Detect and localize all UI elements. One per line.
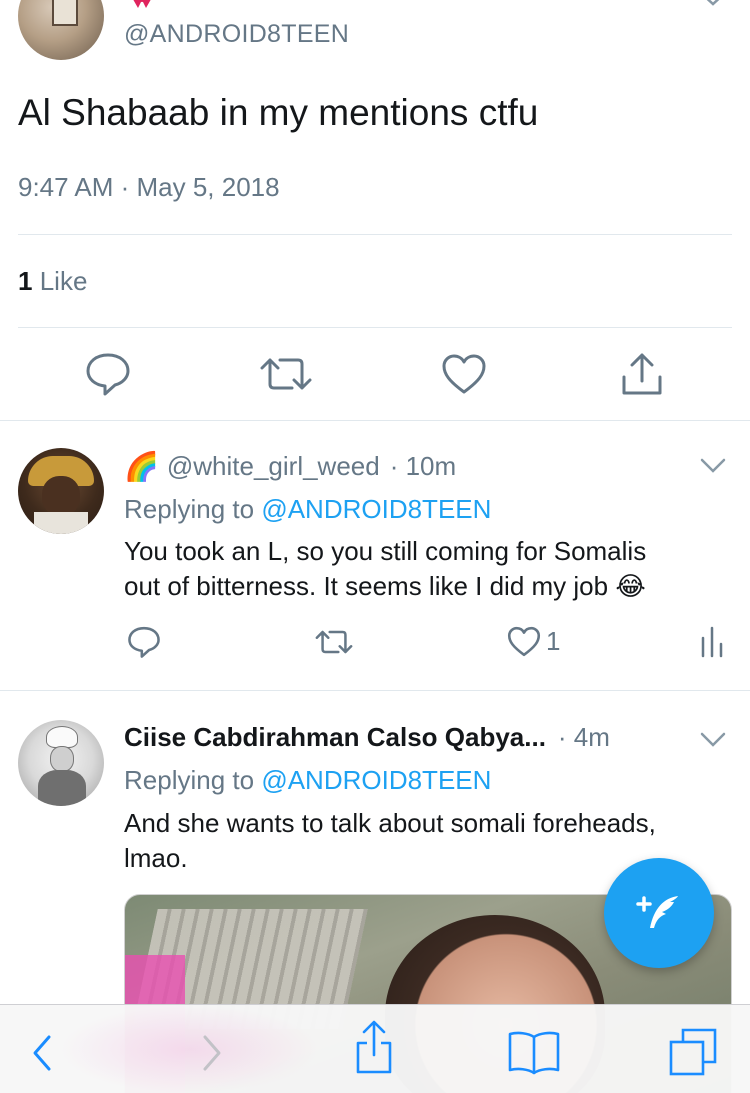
- reply-text-line: out of bitterness. It seems like I did m…: [124, 571, 646, 601]
- divider: [0, 690, 750, 691]
- retweet-icon[interactable]: [314, 626, 354, 658]
- tweet-timestamp[interactable]: 9:47 AM · May 5, 2018: [18, 172, 280, 203]
- reply-like-count: 1: [546, 626, 561, 656]
- browser-toolbar: [0, 1004, 750, 1093]
- replying-to: Replying to @ANDROID8TEEN: [124, 494, 491, 525]
- reply-header: Ciise Cabdirahman Calso Qabya... · 4m: [124, 722, 610, 753]
- like-label: Like: [39, 266, 88, 296]
- laughing-emoji: 😂: [615, 571, 646, 601]
- heart-icon[interactable]: [440, 352, 488, 396]
- ribbon-icon: [133, 0, 151, 8]
- reply-text: You took an L, so you still coming for S…: [124, 534, 724, 604]
- chevron-down-icon[interactable]: [700, 458, 726, 474]
- reply-icon[interactable]: [84, 350, 132, 398]
- tweet-text: Al Shabaab in my mentions ctfu: [18, 92, 539, 133]
- divider: [0, 420, 750, 421]
- rainbow-emoji: 🌈: [124, 451, 159, 482]
- retweet-icon[interactable]: [258, 352, 314, 396]
- reply-time: · 4m: [557, 722, 610, 752]
- forward-chevron-icon[interactable]: [192, 1031, 232, 1075]
- reply-text-line: You took an L, so you still coming for S…: [124, 536, 647, 566]
- reply-handle[interactable]: @white_girl_weed: [167, 451, 380, 482]
- divider: [18, 234, 732, 235]
- author-avatar[interactable]: [18, 0, 104, 60]
- reply-avatar[interactable]: [18, 720, 104, 806]
- reply-avatar[interactable]: [18, 448, 104, 534]
- feather-plus-icon: [636, 896, 678, 928]
- reply-header: 🌈 @white_girl_weed · 10m: [124, 450, 456, 483]
- divider: [18, 327, 732, 328]
- share-icon[interactable]: [352, 1017, 396, 1077]
- chevron-down-icon[interactable]: [700, 732, 726, 748]
- author-handle[interactable]: @ANDROID8TEEN: [124, 20, 349, 49]
- analytics-icon[interactable]: [700, 624, 724, 658]
- chevron-down-icon[interactable]: [700, 0, 726, 10]
- reply-time: · 10m: [389, 451, 457, 481]
- reply-display-name[interactable]: Ciise Cabdirahman Calso Qabya...: [124, 722, 546, 753]
- reply-text-line: And she wants to talk about somali foreh…: [124, 808, 656, 838]
- replying-to-label: Replying to: [124, 765, 255, 795]
- replying-to-label: Replying to: [124, 494, 255, 524]
- back-chevron-icon[interactable]: [22, 1031, 62, 1075]
- reply-icon[interactable]: [126, 624, 162, 660]
- likes-summary[interactable]: 1 Like: [18, 266, 87, 297]
- compose-tweet-button[interactable]: [604, 858, 714, 968]
- share-icon[interactable]: [618, 350, 666, 398]
- bookmarks-book-icon[interactable]: [506, 1027, 562, 1077]
- replying-to: Replying to @ANDROID8TEEN: [124, 765, 491, 796]
- replying-to-link[interactable]: @ANDROID8TEEN: [261, 765, 491, 795]
- like-count: 1: [18, 266, 33, 296]
- tabs-icon[interactable]: [666, 1025, 720, 1079]
- heart-icon[interactable]: [506, 624, 542, 658]
- replying-to-link[interactable]: @ANDROID8TEEN: [261, 494, 491, 524]
